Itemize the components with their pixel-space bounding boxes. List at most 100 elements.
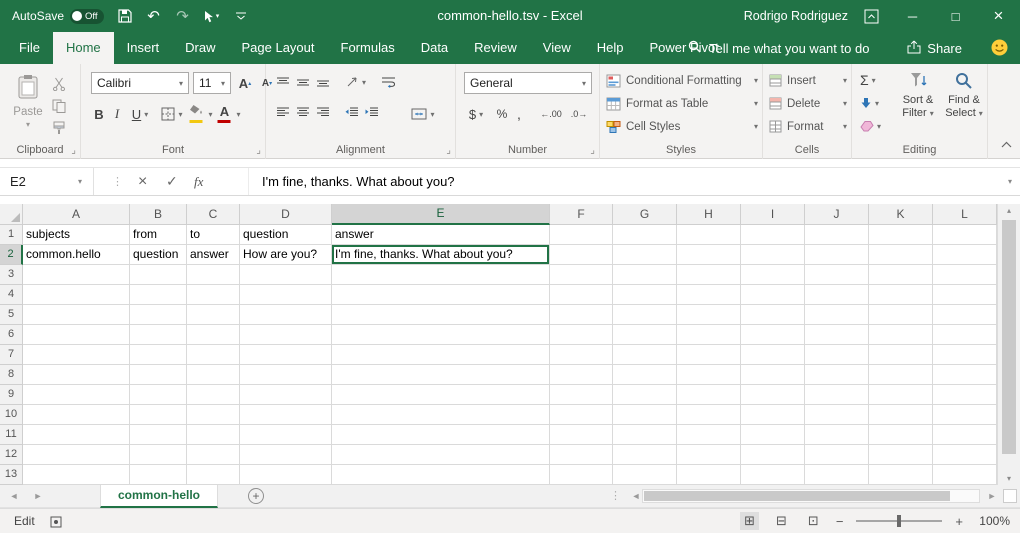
cell-F8[interactable] [550, 365, 613, 385]
cell-G13[interactable] [613, 465, 677, 485]
feedback-smiley-icon[interactable] [991, 39, 1008, 61]
conditional-formatting-button[interactable]: Conditional Formatting▾ [606, 70, 758, 91]
cell-B3[interactable] [130, 265, 187, 285]
increase-indent-button[interactable] [362, 104, 380, 120]
cell-F4[interactable] [550, 285, 613, 305]
tab-draw[interactable]: Draw [172, 32, 228, 64]
cell-F12[interactable] [550, 445, 613, 465]
cell-J5[interactable] [805, 305, 869, 325]
cell-F11[interactable] [550, 425, 613, 445]
cell-J7[interactable] [805, 345, 869, 365]
column-header-E[interactable]: E [332, 204, 550, 225]
cell-G10[interactable] [613, 405, 677, 425]
cell-E11[interactable] [332, 425, 550, 445]
select-all-corner[interactable] [0, 204, 23, 225]
cell-A4[interactable] [23, 285, 130, 305]
font-name-combo[interactable]: Calibri▾ [91, 72, 189, 94]
column-header-K[interactable]: K [869, 204, 933, 225]
save-button[interactable] [117, 5, 133, 27]
cell-I2[interactable] [741, 245, 805, 265]
sheet-tab-common-hello[interactable]: common-hello [100, 485, 218, 508]
cell-J11[interactable] [805, 425, 869, 445]
cell-G1[interactable] [613, 225, 677, 245]
cell-J8[interactable] [805, 365, 869, 385]
cell-F2[interactable] [550, 245, 613, 265]
cell-C3[interactable] [187, 265, 240, 285]
cell-I9[interactable] [741, 385, 805, 405]
cell-D10[interactable] [240, 405, 332, 425]
cell-F3[interactable] [550, 265, 613, 285]
column-header-I[interactable]: I [741, 204, 805, 225]
row-header-10[interactable]: 10 [0, 405, 23, 425]
cell-J12[interactable] [805, 445, 869, 465]
cell-B12[interactable] [130, 445, 187, 465]
italic-button[interactable]: I [109, 104, 125, 124]
cell-F13[interactable] [550, 465, 613, 485]
tab-data[interactable]: Data [408, 32, 461, 64]
wrap-text-button[interactable] [372, 72, 404, 92]
cell-H6[interactable] [677, 325, 741, 345]
cell-I4[interactable] [741, 285, 805, 305]
cell-A10[interactable] [23, 405, 130, 425]
cell-G7[interactable] [613, 345, 677, 365]
cancel-icon[interactable]: × [138, 168, 147, 195]
maximize-button[interactable]: □ [934, 0, 977, 32]
cell-D9[interactable] [240, 385, 332, 405]
vertical-scrollbar[interactable]: ▴ ▾ [997, 204, 1020, 485]
cell-F10[interactable] [550, 405, 613, 425]
sort-filter-button[interactable]: Sort & Filter▾ [896, 68, 940, 142]
cell-E10[interactable] [332, 405, 550, 425]
cell-J6[interactable] [805, 325, 869, 345]
align-center-button[interactable] [294, 104, 312, 120]
cell-L4[interactable] [933, 285, 997, 305]
cell-C5[interactable] [187, 305, 240, 325]
cell-B11[interactable] [130, 425, 187, 445]
cell-L11[interactable] [933, 425, 997, 445]
cell-L12[interactable] [933, 445, 997, 465]
borders-button[interactable]: ▾ [159, 104, 185, 124]
cell-J9[interactable] [805, 385, 869, 405]
cell-K13[interactable] [869, 465, 933, 485]
align-right-button[interactable] [314, 104, 332, 120]
cell-L13[interactable] [933, 465, 997, 485]
cell-K9[interactable] [869, 385, 933, 405]
cell-D1[interactable]: question [240, 225, 332, 245]
cell-B5[interactable] [130, 305, 187, 325]
column-header-H[interactable]: H [677, 204, 741, 225]
cell-H8[interactable] [677, 365, 741, 385]
tell-me-search[interactable]: Tell me what you want to do [688, 32, 869, 64]
orientation-button[interactable]: ▾ [342, 72, 370, 92]
cell-G12[interactable] [613, 445, 677, 465]
cell-K2[interactable] [869, 245, 933, 265]
cell-E6[interactable] [332, 325, 550, 345]
scroll-up-icon[interactable]: ▴ [998, 206, 1020, 215]
horizontal-scrollbar-thumb[interactable] [644, 491, 950, 501]
bold-button[interactable]: B [91, 104, 107, 124]
copy-button[interactable] [52, 96, 74, 116]
cell-A7[interactable] [23, 345, 130, 365]
comma-style-button[interactable]: , [512, 104, 526, 124]
cell-A1[interactable]: subjects [23, 225, 130, 245]
autosum-button[interactable]: Σ▾ [860, 70, 892, 90]
cell-K7[interactable] [869, 345, 933, 365]
cell-F1[interactable] [550, 225, 613, 245]
paste-button[interactable]: Paste ▾ [6, 70, 50, 142]
cell-E1[interactable]: answer [332, 225, 550, 245]
touch-mode-button[interactable]: ▾ [204, 5, 220, 27]
cell-H4[interactable] [677, 285, 741, 305]
cell-J13[interactable] [805, 465, 869, 485]
cell-G2[interactable] [613, 245, 677, 265]
cell-E9[interactable] [332, 385, 550, 405]
cell-K5[interactable] [869, 305, 933, 325]
sheet-nav-left-icon[interactable]: ◄ [4, 485, 24, 508]
cell-A3[interactable] [23, 265, 130, 285]
middle-align-button[interactable] [294, 74, 312, 90]
sheet-nav-right-icon[interactable]: ► [28, 485, 48, 508]
cell-I13[interactable] [741, 465, 805, 485]
zoom-out-icon[interactable]: − [836, 514, 844, 529]
cell-I8[interactable] [741, 365, 805, 385]
decrease-indent-button[interactable] [342, 104, 360, 120]
cell-L1[interactable] [933, 225, 997, 245]
zoom-in-icon[interactable]: + [955, 514, 963, 529]
font-dialog-launcher[interactable]: ⌟ [256, 146, 261, 156]
